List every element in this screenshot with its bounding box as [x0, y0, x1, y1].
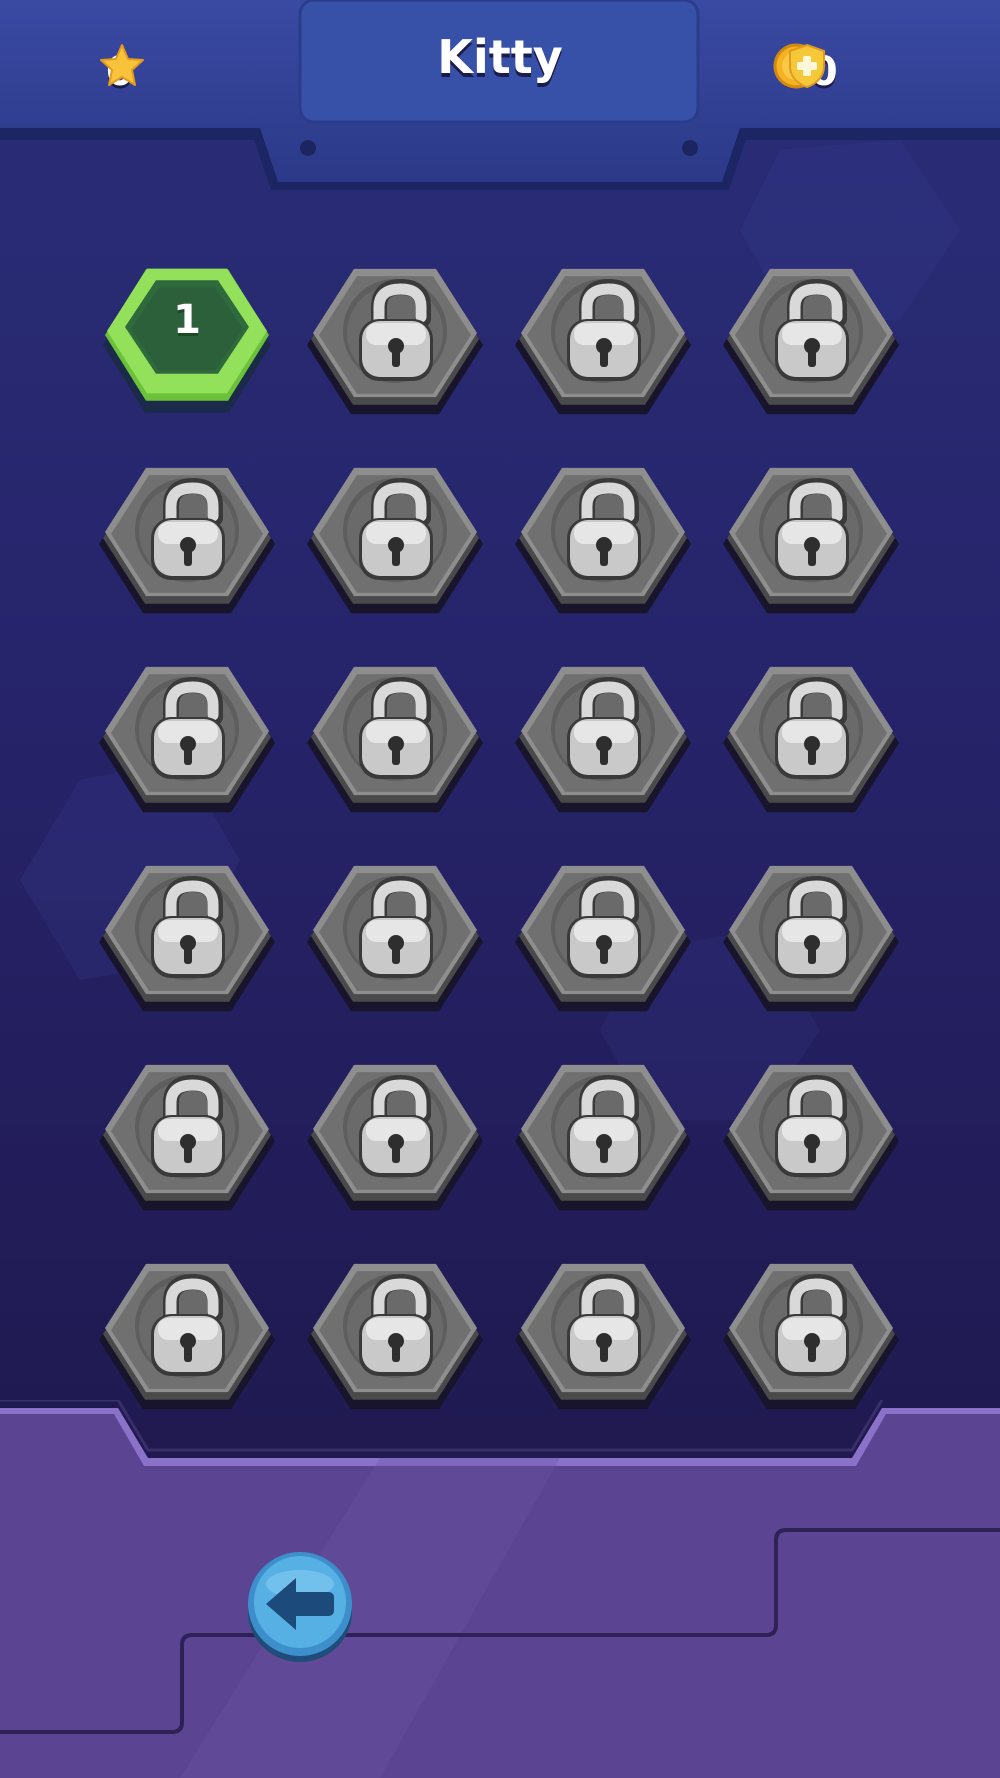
- lock-icon: [775, 1074, 849, 1177]
- lock-icon: [567, 1074, 641, 1177]
- level-button-locked[interactable]: [511, 643, 695, 827]
- level-button-locked[interactable]: [719, 643, 903, 827]
- lock-icon: [567, 875, 641, 978]
- bottom-panel: [0, 1400, 1000, 1778]
- level-button-locked[interactable]: [95, 1240, 279, 1420]
- level-button-locked[interactable]: [95, 643, 279, 827]
- lock-icon: [775, 875, 849, 978]
- lock-icon: [775, 676, 849, 779]
- lock-icon: [151, 1273, 225, 1376]
- level-button-locked[interactable]: [719, 1240, 903, 1420]
- level-button-locked[interactable]: [303, 643, 487, 827]
- lock-icon: [359, 1273, 433, 1376]
- lock-icon: [359, 477, 433, 580]
- level-button-locked[interactable]: [303, 444, 487, 628]
- level-button-locked[interactable]: [719, 245, 903, 429]
- lock-icon: [775, 1273, 849, 1376]
- lock-icon: [359, 278, 433, 381]
- level-button-locked[interactable]: [303, 1240, 487, 1420]
- level-button-locked[interactable]: [511, 1240, 695, 1420]
- level-button-locked[interactable]: [303, 1041, 487, 1225]
- level-button-locked[interactable]: [511, 842, 695, 1026]
- lock-icon: [359, 875, 433, 978]
- back-button[interactable]: [242, 1548, 358, 1664]
- level-grid: 1: [0, 0, 1000, 1420]
- lock-icon: [151, 1074, 225, 1177]
- level-button[interactable]: 1: [95, 245, 279, 429]
- lock-icon: [359, 676, 433, 779]
- level-button-locked[interactable]: [511, 444, 695, 628]
- lock-icon: [567, 1273, 641, 1376]
- level-button-locked[interactable]: [719, 444, 903, 628]
- level-button-locked[interactable]: [719, 1041, 903, 1225]
- lock-icon: [567, 477, 641, 580]
- lock-icon: [151, 676, 225, 779]
- lock-icon: [567, 676, 641, 779]
- arrow-left-icon: [248, 1552, 352, 1662]
- level-button-locked[interactable]: [511, 245, 695, 429]
- level-button-locked[interactable]: [511, 1041, 695, 1225]
- level-button-locked[interactable]: [95, 1041, 279, 1225]
- lock-icon: [775, 477, 849, 580]
- level-button-locked[interactable]: [95, 842, 279, 1026]
- bottom-panel-shape: [0, 1400, 1000, 1778]
- lock-icon: [151, 875, 225, 978]
- level-button-locked[interactable]: [303, 842, 487, 1026]
- lock-icon: [567, 278, 641, 381]
- level-button-locked[interactable]: [95, 444, 279, 628]
- lock-icon: [151, 477, 225, 580]
- level-number: 1: [173, 297, 201, 343]
- level-button-locked[interactable]: [303, 245, 487, 429]
- lock-icon: [775, 278, 849, 381]
- level-button-locked[interactable]: [719, 842, 903, 1026]
- lock-icon: [359, 1074, 433, 1177]
